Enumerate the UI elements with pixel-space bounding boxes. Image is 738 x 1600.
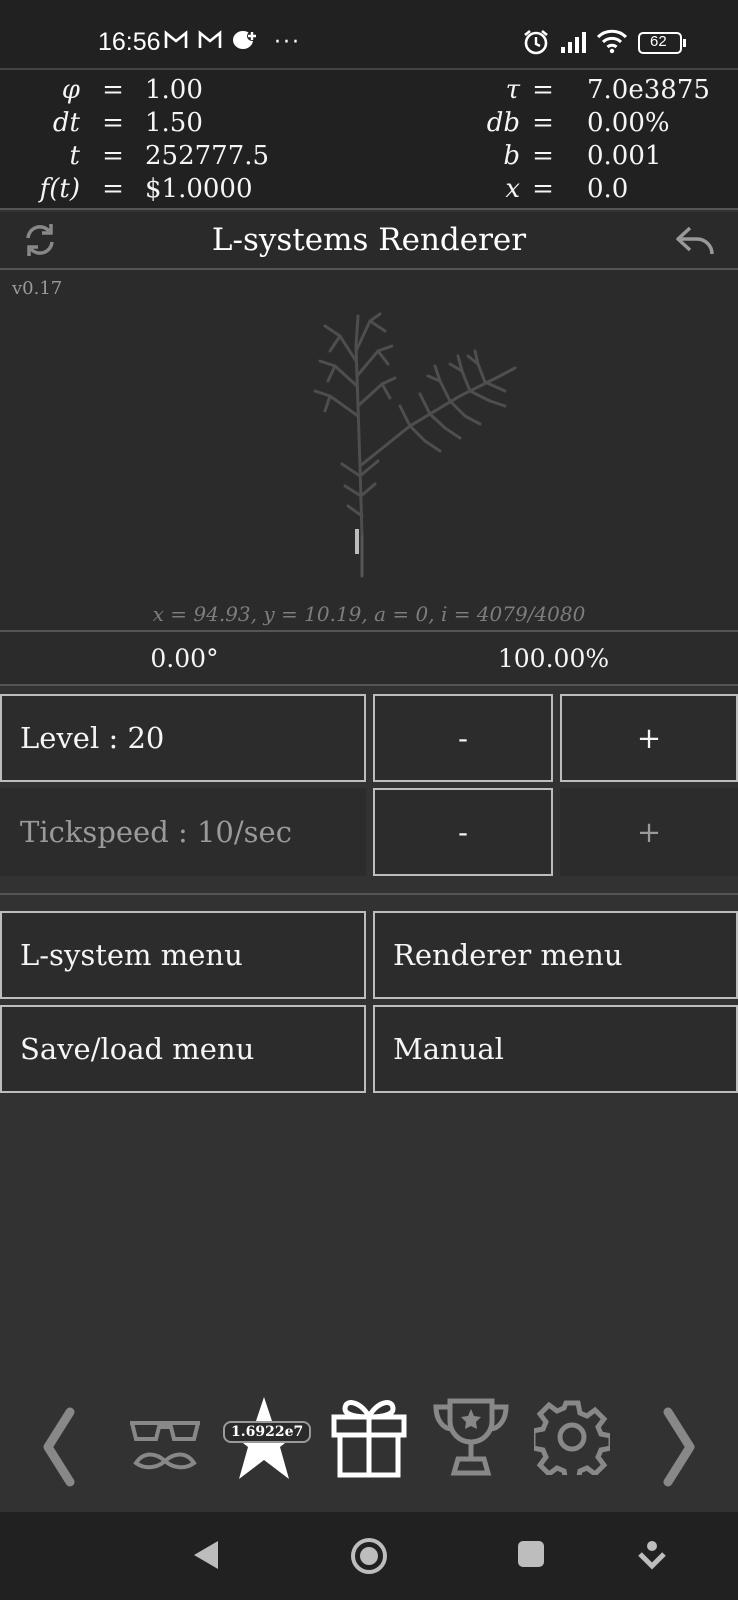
manual-label: Manual [393,1032,504,1066]
level-decrease-button[interactable]: - [373,694,553,782]
equation-x: x = 0.0 [440,173,738,205]
bottom-navigation: 1.6922e7 [0,1385,738,1510]
trophy-icon[interactable] [432,1395,510,1483]
angle-value: 0.00° [150,644,219,673]
nav-assist-icon[interactable] [638,1540,666,1574]
saveload-menu-label: Save/load menu [20,1032,255,1066]
equation-symbol: φ [61,75,80,105]
equation-value: 0.00% [587,108,670,138]
battery-level: 62 [650,33,667,50]
gear-icon[interactable] [530,1399,614,1484]
minus-label: - [458,815,468,849]
tickspeed-label: Tickspeed : 10/sec [20,815,292,849]
lsystem-menu-label: L-system menu [20,938,243,972]
tickspeed-increase-button[interactable]: + [560,788,738,876]
wifi-icon [596,28,628,60]
manual-button[interactable]: Manual [373,1005,738,1093]
zoom-value: 100.00% [497,644,610,673]
equals-sign: = [532,174,554,204]
render-canvas[interactable]: v0.17 x = 94.93, y = 10.19, a = 0, i = 4… [0,270,738,632]
coordinates-readout: x = 94.93, y = 10.19, a = 0, i = 4079/40… [152,602,586,626]
equals-sign: = [532,108,554,138]
equation-ft: f(t) = $1.0000 [0,173,369,205]
equation-panel: φ = 1.00 dt = 1.50 t = 252777.5 f(t) = $… [0,68,738,210]
minus-label: - [458,721,468,755]
equation-symbol: x [505,174,520,204]
lsystem-menu-button[interactable]: L-system menu [0,911,366,999]
equals-sign: = [102,174,124,204]
level-increase-button[interactable]: + [560,694,738,782]
saveload-menu-button[interactable]: Save/load menu [0,1005,366,1093]
status-time: 16:56 [98,28,161,56]
chevron-right-icon[interactable] [660,1407,700,1491]
equation-dt: dt = 1.50 [0,107,369,139]
level-label: Level : 20 [20,721,165,755]
plus-label: + [636,721,662,755]
equation-value: 0.0 [587,174,629,204]
chevron-left-icon[interactable] [38,1407,78,1491]
divider [0,893,738,895]
equation-symbol: t [69,141,80,171]
disguise-glasses-icon[interactable] [126,1415,204,1483]
nav-home-icon[interactable] [350,1537,388,1579]
nav-back-icon[interactable] [190,1538,222,1576]
system-navigation-bar [0,1512,738,1600]
signal-icon [560,30,588,60]
equation-value: 1.00 [145,75,203,105]
page-title: L-systems Renderer [211,222,527,258]
equation-phi: φ = 1.00 [0,74,369,106]
equals-sign: = [102,141,124,171]
tickspeed-display: Tickspeed : 10/sec [0,788,366,876]
tickspeed-decrease-button[interactable]: - [373,788,553,876]
star-count-badge: 1.6922e7 [223,1421,312,1443]
renderer-menu-label: Renderer menu [393,938,623,972]
level-display: Level : 20 [0,694,366,782]
equation-tau: τ = 7.0e3875 [440,74,738,106]
back-arrow-icon[interactable] [674,222,718,262]
equals-sign: = [532,75,554,105]
lsystem-plant-drawing [313,312,517,578]
equals-sign: = [102,75,124,105]
nav-recents-icon[interactable] [517,1540,545,1572]
gmail-icon [198,30,222,56]
equation-value: 7.0e3875 [587,75,710,105]
equation-value: 0.001 [587,141,662,171]
gift-icon[interactable] [330,1395,408,1483]
equation-b: b = 0.001 [440,140,738,172]
equation-t: t = 252777.5 [0,140,369,172]
version-label: v0.17 [12,278,63,299]
angle-zoom-row: 0.00° 100.00% [0,632,738,686]
title-bar: L-systems Renderer [0,212,738,270]
battery-icon: 62 [638,32,682,54]
equation-value: $1.0000 [145,174,253,204]
renderer-menu-button[interactable]: Renderer menu [373,911,738,999]
equals-sign: = [532,141,554,171]
more-notifications-icon: ··· [274,30,301,55]
equals-sign: = [102,108,124,138]
equation-symbol: τ [505,75,520,105]
equation-symbol: b [503,141,520,171]
equation-value: 252777.5 [145,141,270,171]
equation-symbol: f(t) [39,174,80,204]
equation-value: 1.50 [145,108,203,138]
gmail-icon [164,30,188,56]
equation-symbol: db [486,108,520,138]
status-bar: 16:56 ··· 62 [0,0,738,68]
equation-symbol: dt [52,108,80,138]
battery-tip [683,39,686,47]
chat-notification-icon [232,28,258,58]
alarm-icon [522,28,550,62]
plus-label: + [636,815,662,849]
equation-db: db = 0.00% [440,107,738,139]
